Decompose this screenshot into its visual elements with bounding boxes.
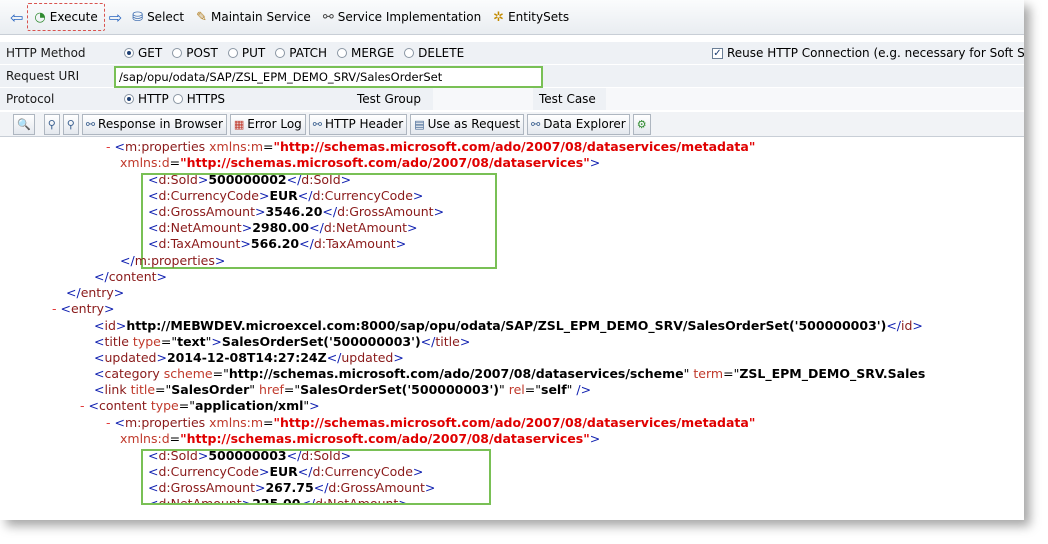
glasses-icon: ⚯	[322, 9, 334, 25]
glasses-icon: ⚯	[312, 117, 322, 131]
main-toolbar: ⇦ ◔ Execute ⇨ ⛁ Select ✎ Maintain Servic…	[0, 0, 1024, 35]
maintain-service-button[interactable]: ✎ Maintain Service	[190, 4, 317, 30]
glasses-icon: ⚯	[85, 117, 96, 131]
test-group-label: Test Group	[357, 92, 421, 106]
data-explorer-button[interactable]: ⚯ Data Explorer	[527, 113, 630, 135]
xml-line: xmlns:d="http://schemas.microsoft.com/ad…	[120, 155, 601, 170]
xml-line: </content>	[94, 269, 168, 284]
settings-icon: ⚙	[636, 117, 647, 131]
use-as-request-button[interactable]: ▤ Use as Request	[410, 113, 525, 135]
radio-post[interactable]: POST	[172, 46, 218, 60]
radio-selected-icon	[124, 94, 134, 104]
protocol-label: Protocol	[6, 92, 55, 106]
xml-line[interactable]: - <entry>	[52, 301, 115, 317]
radio-selected-icon	[124, 48, 134, 58]
xml-line: </m:properties>	[120, 253, 226, 268]
reuse-connection-checkbox[interactable]: ✓ Reuse HTTP Connection (e.g. necessary …	[712, 46, 1024, 60]
database-icon: ⛁	[132, 9, 144, 25]
forward-arrow-icon[interactable]: ⇨	[109, 8, 126, 27]
protocol-row: Protocol HTTP HTTPS Test Group Test Case	[0, 88, 1024, 110]
glasses-icon: ⚯	[531, 117, 541, 131]
document-icon: ▤	[414, 117, 425, 131]
error-log-icon: ▦	[233, 117, 245, 131]
binoculars-icon: ⚲	[47, 117, 56, 131]
radio-icon	[172, 48, 183, 58]
xml-line: xmlns:d="http://schemas.microsoft.com/ad…	[120, 431, 601, 446]
http-header-button[interactable]: ⚯ HTTP Header	[308, 113, 408, 135]
entity-sets-button[interactable]: ✲ EntitySets	[487, 4, 575, 30]
xml-line[interactable]: - <m:properties xmlns:m="http://schemas.…	[106, 415, 755, 431]
xml-line: <id>http://MEBWDEV.microexcel.com:8000/s…	[94, 318, 923, 333]
xml-line: <title type="text">SalesOrderSet('500000…	[94, 334, 471, 349]
radio-http[interactable]: HTTP	[124, 92, 169, 106]
checkmark-icon: ✓	[712, 47, 723, 59]
radio-icon	[275, 48, 286, 58]
test-case-label: Test Case	[539, 92, 596, 106]
execute-button[interactable]: ◔ Execute	[27, 3, 105, 31]
find-button[interactable]: 🔍	[13, 113, 35, 135]
xml-response-view: - <m:properties xmlns:m="http://schemas.…	[0, 137, 1024, 520]
find-next-button[interactable]: ⚲	[62, 113, 79, 135]
entity-sets-icon: ✲	[493, 9, 505, 25]
radio-merge[interactable]: MERGE	[337, 46, 394, 60]
radio-icon	[337, 48, 347, 58]
radio-icon	[172, 94, 183, 104]
xml-line: - <m:properties xmlns:m="http://schemas.…	[106, 139, 756, 154]
service-implementation-button[interactable]: ⚯ Service Implementation	[317, 4, 487, 30]
xml-line[interactable]: - <content type="application/xml">	[80, 398, 320, 414]
settings-button[interactable]: ⚙	[632, 113, 651, 135]
radio-patch[interactable]: PATCH	[275, 46, 327, 60]
test-case-field[interactable]	[606, 88, 1024, 110]
radio-https[interactable]: HTTPS	[172, 92, 225, 106]
select-button[interactable]: ⛁ Select	[126, 4, 190, 30]
pencil-icon: ✎	[196, 9, 207, 25]
back-arrow-icon[interactable]: ⇦	[0, 8, 27, 27]
request-uri-input[interactable]: /sap/opu/odata/SAP/ZSL_EPM_DEMO_SRV/Sale…	[114, 66, 543, 88]
radio-get[interactable]: GET	[124, 46, 162, 60]
gateway-client-window: ⇦ ◔ Execute ⇨ ⛁ Select ✎ Maintain Servic…	[0, 0, 1024, 520]
radio-put[interactable]: PUT	[227, 46, 265, 60]
xml-line: <link title="SalesOrder" href="SalesOrde…	[94, 382, 592, 397]
error-log-button[interactable]: ▦ Error Log	[229, 113, 306, 135]
xml-line: </entry>	[66, 285, 125, 300]
binoculars-button[interactable]: ⚲	[43, 113, 60, 135]
xml-line: <category scheme="http://schemas.microso…	[94, 366, 926, 381]
test-group-field[interactable]	[433, 88, 533, 110]
magnifier-icon: 🔍	[17, 117, 31, 131]
radio-delete[interactable]: DELETE	[404, 46, 464, 60]
xml-line: <updated>2014-12-08T14:27:24Z</updated>	[94, 350, 404, 365]
http-method-label: HTTP Method	[6, 46, 86, 60]
execute-icon: ◔	[34, 9, 46, 25]
find-next-icon: ⚲	[66, 117, 75, 131]
radio-icon	[227, 48, 238, 58]
response-in-browser-button[interactable]: ⚯ Response in Browser	[81, 113, 227, 135]
highlight-box	[141, 449, 491, 505]
request-uri-label: Request URI	[6, 69, 80, 83]
http-method-row: HTTP Method GET POST PUT PATCH MERGE DEL…	[0, 42, 1024, 64]
request-uri-row: Request URI /sap/opu/odata/SAP/ZSL_EPM_D…	[0, 65, 1024, 88]
radio-icon	[404, 48, 415, 58]
response-toolbar: 🔍 ⚲ ⚲ ⚯ Response in Browser ▦ Error Log ⚯ H…	[0, 112, 1024, 137]
